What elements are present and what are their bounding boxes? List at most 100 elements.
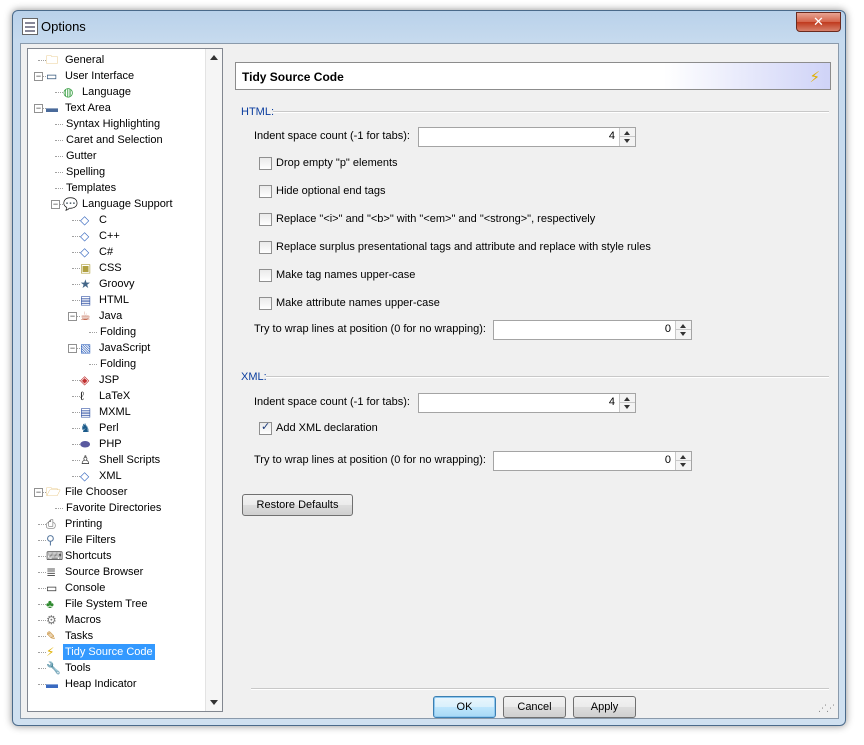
- html-option-checkbox[interactable]: [259, 185, 272, 198]
- html-option-checkbox[interactable]: [259, 241, 272, 254]
- tree-item[interactable]: ◇ XML: [28, 468, 206, 484]
- tree-collapse-toggle[interactable]: −: [34, 72, 43, 81]
- tree-item[interactable]: ◈ JSP: [28, 372, 206, 388]
- html-option-label: Make attribute names upper-case: [276, 297, 440, 309]
- tree-item[interactable]: − 💬 Language Support: [28, 196, 206, 212]
- apply-button[interactable]: Apply: [573, 696, 636, 718]
- xml-indent-spinner[interactable]: 4: [418, 393, 636, 413]
- xml-wrap-spinner[interactable]: 0: [493, 451, 692, 471]
- tree-item-label: Tidy Source Code: [63, 644, 155, 660]
- html-wrap-spinner[interactable]: 0: [493, 320, 692, 340]
- scroll-up-arrow-icon[interactable]: [210, 55, 218, 60]
- resize-grip-icon[interactable]: ⋰⋰: [818, 703, 835, 714]
- tree-collapse-toggle[interactable]: −: [68, 344, 77, 353]
- spin-up-icon[interactable]: [624, 131, 630, 135]
- tree-item[interactable]: ⚲ File Filters: [28, 532, 206, 548]
- tree-item[interactable]: − ☕ Java: [28, 308, 206, 324]
- xml-wrap-spin-buttons[interactable]: [675, 452, 691, 470]
- tree-item[interactable]: ◍ Language: [28, 84, 206, 100]
- tree-collapse-toggle[interactable]: −: [68, 312, 77, 321]
- tree-item[interactable]: Caret and Selection: [28, 132, 206, 148]
- text-area-icon: ▬: [46, 101, 58, 115]
- tree-item[interactable]: ⚙ Macros: [28, 612, 206, 628]
- html-indent-spinner[interactable]: 4: [418, 127, 636, 147]
- tree-item-label: Groovy: [99, 278, 135, 290]
- html-option-checkbox[interactable]: [259, 269, 272, 282]
- tree-scrollbar[interactable]: [205, 49, 222, 711]
- tree-item[interactable]: ◇ C++: [28, 228, 206, 244]
- dialog-client-area: 🗀 General − ▭ User Interface ◍ Language − ▬ Text …: [20, 43, 839, 719]
- tree-item[interactable]: ⎙ Printing: [28, 516, 206, 532]
- spin-down-icon[interactable]: [680, 463, 686, 467]
- tree-item[interactable]: − 🗁 File Chooser: [28, 484, 206, 500]
- html-option-checkbox[interactable]: [259, 297, 272, 310]
- html-indent-spin-buttons[interactable]: [619, 128, 635, 146]
- close-button[interactable]: ✕: [796, 12, 841, 32]
- lightning-icon: ⚡: [46, 645, 55, 659]
- tree-item[interactable]: Spelling: [28, 164, 206, 180]
- tree-item[interactable]: ♞ Perl: [28, 420, 206, 436]
- spin-up-icon[interactable]: [680, 455, 686, 459]
- spin-up-icon[interactable]: [680, 324, 686, 328]
- tree-item[interactable]: Gutter: [28, 148, 206, 164]
- tree-item[interactable]: Folding: [28, 356, 206, 372]
- tree-collapse-toggle[interactable]: −: [51, 200, 60, 209]
- tree-item-label: PHP: [99, 438, 122, 450]
- tree-item[interactable]: ▤ HTML: [28, 292, 206, 308]
- tree-item-label: Shortcuts: [65, 550, 112, 562]
- tree-icon: ♣: [46, 597, 54, 611]
- tree-item-label: MXML: [99, 406, 131, 418]
- title-bar[interactable]: Options ✕: [13, 11, 845, 43]
- tree-item[interactable]: ⬬ PHP: [28, 436, 206, 452]
- tree-item[interactable]: ★ Groovy: [28, 276, 206, 292]
- tree-item-label: Printing: [65, 518, 103, 530]
- tree-item[interactable]: ⚡ Tidy Source Code: [28, 644, 206, 660]
- options-tree[interactable]: 🗀 General − ▭ User Interface ◍ Language − ▬ Text …: [27, 48, 223, 712]
- tree-item[interactable]: ✎ Tasks: [28, 628, 206, 644]
- java-cup-icon: ☕: [80, 309, 91, 323]
- tree-collapse-toggle[interactable]: −: [34, 104, 43, 113]
- bottom-separator: [251, 688, 829, 690]
- cancel-button[interactable]: Cancel: [503, 696, 566, 718]
- tree-item[interactable]: ≣ Source Browser: [28, 564, 206, 580]
- tree-item[interactable]: ⌨ Shortcuts: [28, 548, 206, 564]
- tree-item[interactable]: ▤ MXML: [28, 404, 206, 420]
- tree-item[interactable]: Templates: [28, 180, 206, 196]
- spin-down-icon[interactable]: [680, 332, 686, 336]
- spin-down-icon[interactable]: [624, 139, 630, 143]
- xml-indent-value: 4: [608, 396, 615, 408]
- tree-item[interactable]: Syntax Highlighting: [28, 116, 206, 132]
- html-option-label: Hide optional end tags: [276, 185, 386, 197]
- tree-item[interactable]: − ▬ Text Area: [28, 100, 206, 116]
- tree-item[interactable]: ℓ LaTeX: [28, 388, 206, 404]
- tree-item[interactable]: ▬ Heap Indicator: [28, 676, 206, 692]
- mxml-file-icon: ▤: [80, 405, 92, 419]
- keyboard-icon: ⌨: [46, 549, 64, 563]
- tree-item[interactable]: ◇ C#: [28, 244, 206, 260]
- tree-item[interactable]: Folding: [28, 324, 206, 340]
- filter-icon: ⚲: [46, 533, 55, 547]
- html-wrap-spin-buttons[interactable]: [675, 321, 691, 339]
- tree-item[interactable]: 🗀 General: [28, 52, 206, 68]
- xml-indent-spin-buttons[interactable]: [619, 394, 635, 412]
- add-xml-declaration-checkbox[interactable]: [259, 420, 272, 435]
- tree-item[interactable]: 🔧 Tools: [28, 660, 206, 676]
- restore-defaults-button[interactable]: Restore Defaults: [242, 494, 353, 516]
- tree-item[interactable]: ▭ Console: [28, 580, 206, 596]
- html-option-checkbox[interactable]: [259, 157, 272, 170]
- spin-down-icon[interactable]: [624, 405, 630, 409]
- tree-item[interactable]: − ▧ JavaScript: [28, 340, 206, 356]
- tree-item[interactable]: ♣ File System Tree: [28, 596, 206, 612]
- tree-item-label: Source Browser: [65, 566, 144, 578]
- tree-item[interactable]: ◇ C: [28, 212, 206, 228]
- html-option-checkbox[interactable]: [259, 213, 272, 226]
- scroll-down-arrow-icon[interactable]: [210, 700, 218, 705]
- tree-item[interactable]: Favorite Directories: [28, 500, 206, 516]
- ok-button[interactable]: OK: [433, 696, 496, 718]
- tree-item[interactable]: ▣ CSS: [28, 260, 206, 276]
- tree-item[interactable]: ♙ Shell Scripts: [28, 452, 206, 468]
- tree-item[interactable]: − ▭ User Interface: [28, 68, 206, 84]
- panel-title: Tidy Source Code: [242, 70, 344, 84]
- spin-up-icon[interactable]: [624, 397, 630, 401]
- tree-collapse-toggle[interactable]: −: [34, 488, 43, 497]
